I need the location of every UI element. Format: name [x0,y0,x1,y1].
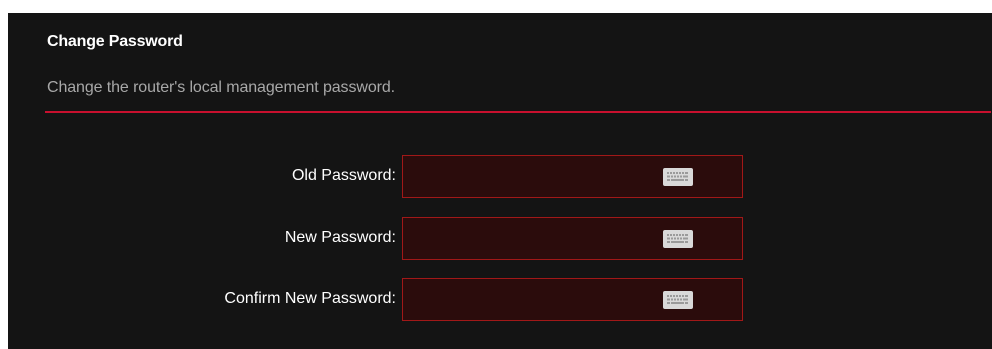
keyboard-icon[interactable] [663,291,693,309]
new-password-input[interactable] [403,218,673,259]
keyboard-icon[interactable] [663,168,693,186]
confirm-password-input[interactable] [403,279,673,320]
old-password-label: Old Password: [291,167,396,184]
old-password-row: Old Password: [8,155,992,201]
old-password-field[interactable] [402,155,743,198]
new-password-field[interactable] [402,217,743,260]
confirm-password-field[interactable] [402,278,743,321]
keyboard-icon[interactable] [663,230,693,248]
section-divider [45,111,991,113]
old-password-input[interactable] [403,156,673,197]
new-password-row: New Password: [8,217,992,263]
confirm-password-row: Confirm New Password: [8,278,992,324]
section-description: Change the router's local management pas… [47,79,395,96]
change-password-panel: Change Password Change the router's loca… [8,13,992,349]
confirm-password-label: Confirm New Password: [224,290,396,307]
section-title: Change Password [47,33,183,50]
new-password-label: New Password: [284,229,396,246]
